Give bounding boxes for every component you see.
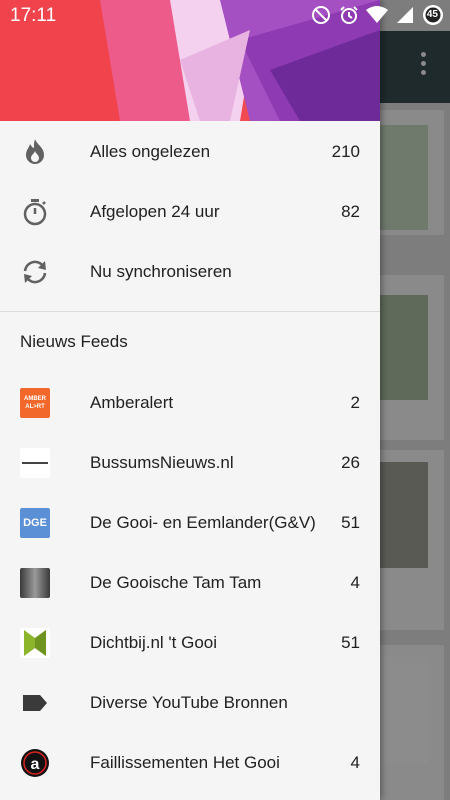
more-options-icon[interactable] — [417, 52, 429, 80]
gooische-tam-tam-logo — [20, 568, 50, 598]
menu-item-alles-ongelezen[interactable]: Alles ongelezen 210 — [0, 122, 380, 182]
tag-icon — [20, 688, 50, 718]
svg-text:a: a — [31, 756, 40, 773]
signal-icon — [394, 4, 416, 26]
article-thumbnail — [380, 462, 428, 568]
wifi-icon — [366, 4, 388, 26]
amberalert-logo: AMBER AL>RT — [20, 388, 50, 418]
unread-count: 51 — [341, 513, 360, 532]
article-thumbnail — [380, 657, 428, 763]
feed-label: Diverse YouTube Bronnen — [90, 693, 288, 712]
article-thumbnail — [380, 125, 428, 230]
stopwatch-icon — [20, 197, 50, 227]
feed-label: Dichtbij.nl 't Gooi — [90, 633, 218, 652]
feed-item-dichtbij-t-gooi[interactable]: Dichtbij.nl 't Gooi 51 — [0, 613, 380, 673]
faillissementen-logo: a — [20, 748, 50, 778]
flame-icon — [20, 137, 50, 167]
feed-item-amberalert[interactable]: AMBER AL>RT Amberalert 2 — [0, 373, 380, 433]
menu-item-label: Afgelopen 24 uur — [90, 202, 220, 221]
battery-level: 45 — [426, 9, 438, 20]
sync-icon — [20, 257, 50, 287]
feed-label: Faillissementen Het Gooi — [90, 753, 280, 772]
dichtbij-logo — [20, 628, 50, 658]
alarm-icon — [338, 4, 360, 26]
feed-label: De Gooische Tam Tam — [90, 573, 262, 592]
menu-item-label: Alles ongelezen — [90, 142, 211, 161]
feed-item-bussumsnieuws[interactable]: BussumsNieuws.nl 26 — [0, 433, 380, 493]
feed-item-gooi-en-eemlander[interactable]: DGE De Gooi- en Eemlander(G&V) 51 — [0, 493, 380, 553]
do-not-disturb-icon — [310, 4, 332, 26]
status-bar: 17:11 45 — [0, 0, 450, 31]
feed-label: BussumsNieuws.nl — [90, 453, 234, 472]
unread-count: 4 — [350, 753, 360, 772]
menu-item-afgelopen-24-uur[interactable]: Afgelopen 24 uur 82 — [0, 182, 380, 242]
feed-label: Amberalert — [90, 393, 174, 412]
unread-count: 2 — [350, 393, 360, 412]
menu-item-label: Nu synchroniseren — [90, 262, 232, 281]
unread-count: 51 — [341, 633, 360, 652]
section-title-nieuws-feeds: Nieuws Feeds — [20, 332, 128, 351]
unread-count: 210 — [331, 142, 360, 161]
feed-item-diverse-youtube-bronnen[interactable]: Diverse YouTube Bronnen — [0, 673, 380, 733]
dge-logo: DGE — [20, 508, 50, 538]
feed-item-faillissementen-het-gooi[interactable]: a Faillissementen Het Gooi 4 — [0, 733, 380, 793]
navigation-drawer: Alles ongelezen 210 Afgelopen 24 uur 82 … — [0, 0, 380, 800]
unread-count: 82 — [341, 202, 360, 221]
unread-count: 4 — [350, 573, 360, 592]
bussumsnieuws-logo — [20, 448, 50, 478]
unread-count: 26 — [341, 453, 360, 472]
feed-label: De Gooi- en Eemlander(G&V) — [90, 513, 316, 532]
status-time: 17:11 — [10, 5, 57, 26]
feed-item-gooische-tam-tam[interactable]: De Gooische Tam Tam 4 — [0, 553, 380, 613]
menu-item-nu-synchroniseren[interactable]: Nu synchroniseren — [0, 242, 380, 302]
article-thumbnail — [380, 295, 428, 400]
divider — [0, 311, 380, 312]
